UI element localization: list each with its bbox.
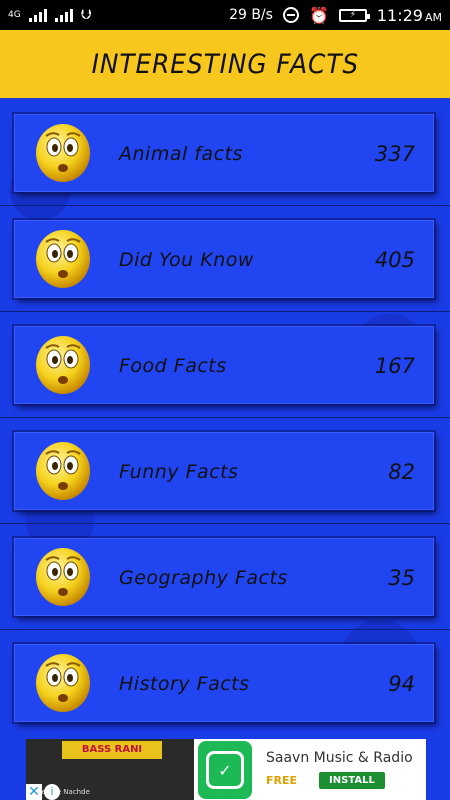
signal-strength-icon	[28, 8, 47, 22]
saavn-app-icon[interactable]: ✓	[198, 741, 252, 799]
worried-face-emoji	[36, 336, 90, 394]
category-count: 82	[388, 460, 415, 484]
ad-banner[interactable]: BASS RANI Heels Te Nachde ✓ Saavn Music …	[0, 735, 450, 800]
ad-image-banner-text: BASS RANI	[81, 744, 143, 755]
clock: 11:29 AM	[376, 5, 442, 25]
ad-price: FREE	[266, 774, 298, 787]
category-list: Animal facts 337 Did You Know 405 Food Facts…	[0, 100, 450, 736]
category-card[interactable]: Did You Know 405	[14, 220, 434, 298]
category-row[interactable]: History Facts 94	[0, 630, 450, 736]
worried-face-emoji	[36, 124, 90, 182]
status-bar: 4G ⮋ 29 B/s ⏰ ⚡ 11:29 AM	[0, 0, 450, 30]
close-ad-icon[interactable]: ✕	[26, 784, 42, 800]
worried-face-emoji	[36, 654, 90, 712]
page-title: INTERESTING FACTS	[91, 48, 359, 80]
ad-app-title[interactable]: Saavn Music & Radio	[266, 750, 413, 766]
category-row[interactable]: Did You Know 405	[0, 206, 450, 312]
alarm-icon: ⏰	[308, 5, 329, 25]
category-row[interactable]: Funny Facts 82	[0, 418, 450, 524]
category-card[interactable]: History Facts 94	[14, 644, 434, 722]
category-row[interactable]: Animal facts 337	[0, 100, 450, 206]
app-header: INTERESTING FACTS	[0, 30, 450, 100]
category-label: Geography Facts	[119, 567, 288, 589]
usb-icon: ⮋	[80, 7, 92, 23]
category-row[interactable]: Food Facts 167	[0, 312, 450, 418]
category-label: Animal facts	[119, 143, 243, 165]
battery-charging-icon: ⚡	[338, 8, 370, 22]
do-not-disturb-icon	[282, 7, 299, 23]
category-count: 405	[374, 248, 415, 272]
install-button[interactable]: INSTALL	[319, 772, 385, 789]
worried-face-emoji	[36, 442, 90, 500]
network-type-icon: 4G	[8, 9, 21, 20]
category-count: 167	[374, 354, 415, 378]
network-speed: 29 B/s	[229, 7, 273, 23]
category-label: Did You Know	[119, 249, 254, 271]
category-card[interactable]: Funny Facts 82	[14, 432, 434, 510]
signal-strength-sim2-icon	[54, 8, 73, 22]
worried-face-emoji	[36, 548, 90, 606]
category-label: History Facts	[119, 673, 250, 695]
category-card[interactable]: Animal facts 337	[14, 114, 434, 192]
category-count: 337	[374, 142, 415, 166]
category-count: 94	[388, 672, 415, 696]
ad-info-icon[interactable]: i	[44, 784, 60, 800]
category-card[interactable]: Food Facts 167	[14, 326, 434, 404]
category-row[interactable]: Geography Facts 35	[0, 524, 450, 630]
category-count: 35	[388, 566, 415, 590]
category-label: Funny Facts	[119, 461, 239, 483]
category-card[interactable]: Geography Facts 35	[14, 538, 434, 616]
worried-face-emoji	[36, 230, 90, 288]
category-label: Food Facts	[119, 355, 227, 377]
